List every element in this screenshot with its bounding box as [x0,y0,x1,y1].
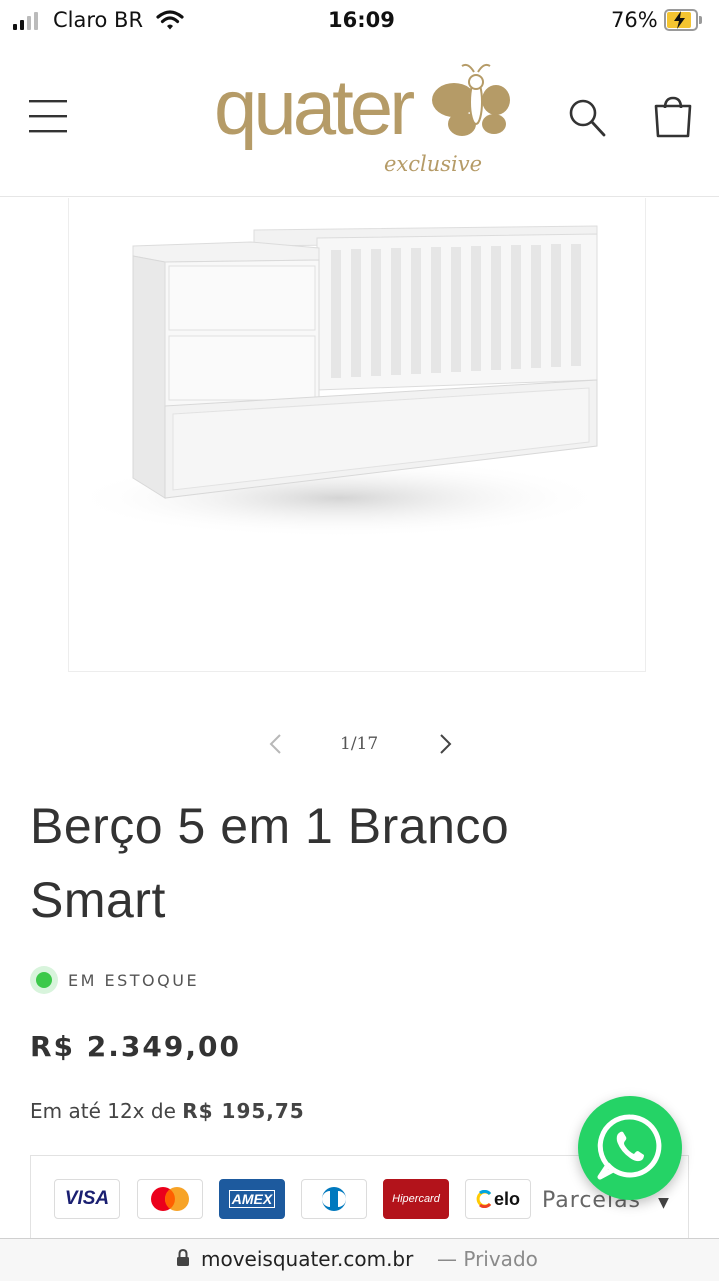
mastercard-icon [137,1179,203,1219]
whatsapp-icon [597,1114,662,1180]
cart-icon[interactable] [652,96,694,140]
amex-card-icon: AMEX [219,1179,285,1219]
installment-value: R$ 195,75 [182,1099,305,1123]
diners-card-icon [301,1179,367,1219]
status-bar: Claro BR 16:09 76% [0,0,719,42]
visa-card-icon: VISA [54,1179,120,1219]
previous-image-icon[interactable] [268,733,284,755]
product-image[interactable] [68,198,646,672]
lock-icon [177,1249,189,1266]
gallery-counter: 1/17 [340,734,379,754]
chevron-down-icon: ▼ [658,1195,669,1211]
wifi-icon [156,10,184,30]
search-icon[interactable] [568,98,606,138]
privacy-label: — Privado [437,1247,538,1271]
whatsapp-button[interactable] [578,1096,682,1200]
installment-info: Em até 12x de R$ 195,75 [30,1099,305,1123]
stock-indicator [30,966,58,994]
browser-address-bar[interactable]: moveisquater.com.br — Privado [0,1238,719,1281]
site-header: quater exclusive [0,42,719,197]
battery-icon [664,9,704,31]
product-price: R$ 2.349,00 [30,1030,241,1063]
product-title-line1: Berço 5 em 1 Branco [30,798,510,854]
elo-card-icon: elo [465,1179,531,1219]
signal-icon [13,12,45,30]
logo-wordmark: quater [214,63,415,151]
product-title-line2: Smart [30,872,166,928]
hipercard-icon: Hipercard [383,1179,449,1219]
url-text: moveisquater.com.br [201,1247,414,1271]
clock: 16:09 [328,8,395,32]
next-image-icon[interactable] [437,733,453,755]
installment-prefix: Em até 12x de [30,1099,176,1123]
butterfly-logo-icon [432,63,510,136]
brand-logo[interactable]: quater exclusive [214,60,514,185]
stock-status: EM ESTOQUE [68,971,200,990]
carrier-name: Claro BR [53,8,144,32]
crib-photo [69,225,609,538]
menu-icon[interactable] [29,98,67,134]
battery-percent: 76% [611,8,658,32]
logo-subtext: exclusive [384,152,483,176]
